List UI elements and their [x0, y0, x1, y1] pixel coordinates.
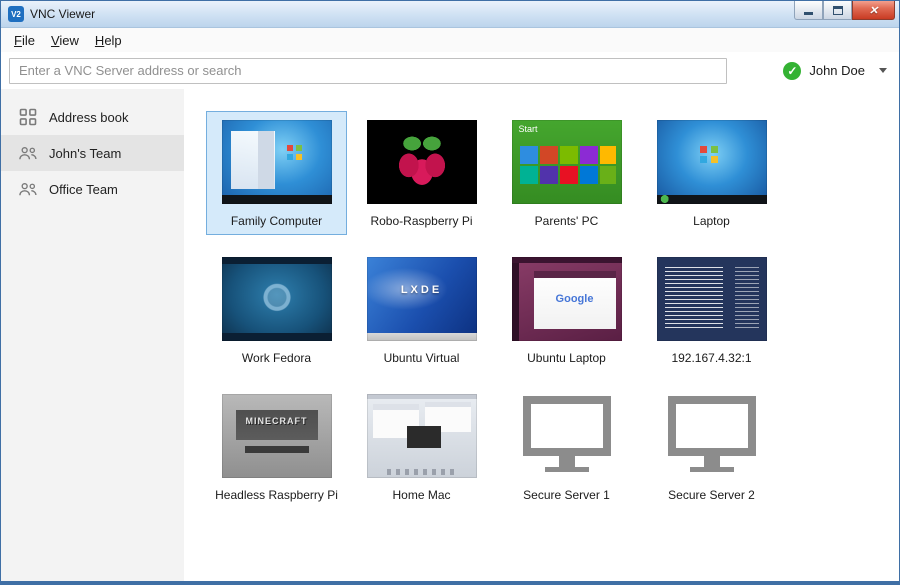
connection-thumbnail-fedora: [222, 257, 332, 341]
connection-label: Ubuntu Virtual: [384, 351, 460, 365]
connection-label: Secure Server 2: [668, 488, 755, 502]
connection-thumbnail-terminal: [657, 257, 767, 341]
connection-thumbnail-monitor: [512, 394, 622, 478]
window-title: VNC Viewer: [30, 7, 95, 21]
connections-grid: Family Computer Robo-Raspberry Pi Start Par…: [184, 89, 899, 581]
minimize-icon: [804, 12, 813, 15]
connection-tile-work-fedora[interactable]: Work Fedora: [206, 248, 347, 372]
connection-tile-laptop[interactable]: Laptop: [641, 111, 782, 235]
connection-label: Work Fedora: [242, 351, 311, 365]
connection-tile-parents-pc[interactable]: Start Parents' PC: [496, 111, 637, 235]
connection-label: Parents' PC: [535, 214, 599, 228]
connection-thumbnail-raspberry: [367, 120, 477, 204]
menu-item-file[interactable]: File: [6, 30, 43, 51]
sidebar-item-address-book[interactable]: Address book: [1, 99, 184, 135]
team-icon: [18, 181, 38, 197]
connection-thumbnail-minecraft: MINECRAFT: [222, 394, 332, 478]
maximize-button[interactable]: [823, 1, 852, 20]
connection-label: Secure Server 1: [523, 488, 610, 502]
dropdown-caret-icon: [879, 68, 887, 73]
connection-label: Laptop: [693, 214, 730, 228]
signin-status-icon: [783, 62, 801, 80]
server-address-input[interactable]: [9, 58, 727, 84]
thumbnail-overlay-text: LXDE: [367, 284, 477, 296]
sidebar-item-office-team[interactable]: Office Team: [1, 171, 184, 207]
connection-thumbnail-monitor: [657, 394, 767, 478]
sidebar-item-label: Office Team: [49, 182, 118, 197]
titlebar[interactable]: V2 VNC Viewer: [1, 1, 899, 28]
connection-thumbnail-windows7: [222, 120, 332, 204]
connection-tile-ubuntu-laptop[interactable]: Google Ubuntu Laptop: [496, 248, 637, 372]
connection-label: Home Mac: [392, 488, 450, 502]
menu-item-help[interactable]: Help: [87, 30, 130, 51]
team-icon: [18, 145, 38, 161]
connection-tile-192-167-4-32-1[interactable]: 192.167.4.32:1: [641, 248, 782, 372]
connection-tile-secure-server-2[interactable]: Secure Server 2: [641, 385, 782, 509]
connection-tile-family-computer[interactable]: Family Computer: [206, 111, 347, 235]
thumbnail-overlay-text: Google: [542, 293, 608, 305]
connection-tile-robo-raspberry-pi[interactable]: Robo-Raspberry Pi: [351, 111, 492, 235]
user-account-menu[interactable]: John Doe: [737, 62, 889, 80]
content-area: Address book John's Team Office Team Famil…: [1, 89, 899, 581]
menubar: FileViewHelp: [1, 28, 899, 52]
vnc-logo-icon: V2: [8, 6, 24, 22]
vnc-viewer-window: V2 VNC Viewer FileViewHelp John Doe Addr…: [0, 0, 900, 585]
connection-tile-secure-server-1[interactable]: Secure Server 1: [496, 385, 637, 509]
connection-thumbnail-windows7b: [657, 120, 767, 204]
connection-thumbnail-windows8: Start: [512, 120, 622, 204]
minimize-button[interactable]: [794, 1, 823, 20]
maximize-icon: [833, 6, 843, 15]
connection-tile-headless-raspberry-pi[interactable]: MINECRAFT Headless Raspberry Pi: [206, 385, 347, 509]
connection-tile-ubuntu-virtual[interactable]: LXDE Ubuntu Virtual: [351, 248, 492, 372]
connection-thumbnail-mac: [367, 394, 477, 478]
connection-tile-home-mac[interactable]: Home Mac: [351, 385, 492, 509]
sidebar-item-label: Address book: [49, 110, 129, 125]
window-controls: [794, 1, 895, 20]
user-name: John Doe: [809, 63, 865, 78]
sidebar: Address book John's Team Office Team: [1, 89, 184, 581]
menu-item-view[interactable]: View: [43, 30, 87, 51]
sidebar-item-john-s-team[interactable]: John's Team: [1, 135, 184, 171]
address-book-icon: [18, 108, 38, 126]
connection-label: Headless Raspberry Pi: [215, 488, 338, 502]
close-button[interactable]: [852, 1, 895, 20]
connection-label: Robo-Raspberry Pi: [370, 214, 472, 228]
sidebar-item-label: John's Team: [49, 146, 121, 161]
connection-thumbnail-ubuntu-virtual: LXDE: [367, 257, 477, 341]
close-icon: [869, 1, 878, 19]
connection-label: Ubuntu Laptop: [527, 351, 606, 365]
connection-label: Family Computer: [231, 214, 322, 228]
connection-label: 192.167.4.32:1: [671, 351, 751, 365]
toolbar: John Doe: [1, 52, 899, 89]
thumbnail-overlay-text: MINECRAFT: [222, 416, 332, 426]
connection-thumbnail-ubuntu-laptop: Google: [512, 257, 622, 341]
thumbnail-overlay-text: Start: [519, 124, 538, 134]
